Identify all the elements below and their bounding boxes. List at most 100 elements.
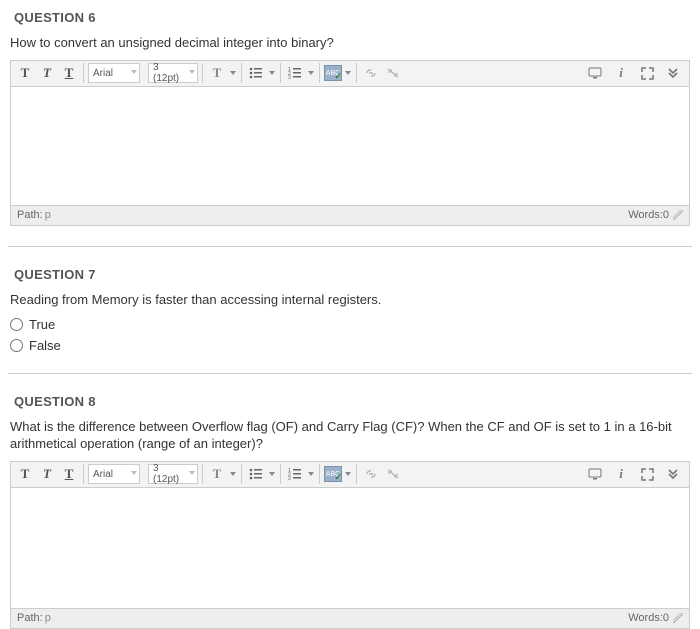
resize-grip[interactable] [673,613,683,623]
question-7: QUESTION 7 Reading from Memory is faster… [0,247,700,353]
fullscreen-button[interactable] [585,464,605,484]
editor-textarea[interactable] [11,87,689,205]
font-size-value: 3 (12pt) [153,463,183,485]
expand-icon [641,468,654,481]
separator [319,464,320,484]
info-button[interactable]: i [611,464,631,484]
numbered-list-icon: 123 [288,67,302,79]
numbered-list-icon: 123 [288,468,302,480]
words-label: Words: [628,209,663,221]
link-icon [364,67,378,79]
rich-text-editor: T T T Arial 3 (12pt) T 123 ABC [10,461,690,629]
font-family-select[interactable]: Arial [88,63,140,83]
path-value: p [45,612,51,624]
font-size-value: 3 (12pt) [153,62,183,84]
separator [356,63,357,83]
font-family-value: Arial [93,469,113,480]
separator [280,464,281,484]
spellcheck-button[interactable]: ABC [324,65,342,81]
numbered-list-button[interactable]: 123 [285,464,305,484]
resize-grip[interactable] [673,210,683,220]
separator [83,63,84,83]
question-6: QUESTION 6 How to convert an unsigned de… [0,0,700,226]
separator [356,464,357,484]
bullet-list-button[interactable] [246,464,266,484]
unlink-icon [386,67,400,79]
text-color-button[interactable]: T [207,63,227,83]
path-label: Path: [17,209,43,221]
question-8-title: QUESTION 8 [14,394,692,409]
rich-text-editor: T T T Arial 3 (12pt) T 123 ABC [10,60,690,226]
question-7-text: Reading from Memory is faster than acces… [10,292,692,309]
radio-true[interactable] [10,318,23,331]
bullet-list-dropdown[interactable] [268,71,276,75]
collapse-toolbar-button[interactable] [663,63,683,83]
text-color-dropdown[interactable] [229,71,237,75]
bullet-list-dropdown[interactable] [268,472,276,476]
font-size-select[interactable]: 3 (12pt) [148,464,198,484]
bullet-list-icon [249,468,263,480]
question-6-text: How to convert an unsigned decimal integ… [10,35,692,52]
words-label: Words: [628,612,663,624]
chevrons-down-icon [667,468,679,480]
svg-text:3: 3 [288,476,291,480]
fullscreen-button[interactable] [585,63,605,83]
spellcheck-dropdown[interactable] [344,472,352,476]
spellcheck-dropdown[interactable] [344,71,352,75]
editor-textarea[interactable] [11,488,689,608]
text-color-button[interactable]: T [207,464,227,484]
monitor-icon [588,468,602,480]
question-7-title: QUESTION 7 [14,267,692,282]
separator [319,63,320,83]
link-button[interactable] [361,464,381,484]
words-value: 0 [663,209,669,221]
separator [241,63,242,83]
numbered-list-button[interactable]: 123 [285,63,305,83]
underline-button[interactable]: T [59,464,79,484]
numbered-list-dropdown[interactable] [307,472,315,476]
question-8: QUESTION 8 What is the difference betwee… [0,374,700,629]
editor-toolbar: T T T Arial 3 (12pt) T 123 ABC [11,462,689,488]
expand-icon [641,67,654,80]
font-family-select[interactable]: Arial [88,464,140,484]
spellcheck-button[interactable]: ABC [324,466,342,482]
link-icon [364,468,378,480]
svg-text:3: 3 [288,75,291,79]
unlink-button[interactable] [383,63,403,83]
collapse-toolbar-button[interactable] [663,464,683,484]
italic-button[interactable]: T [37,63,57,83]
separator [241,464,242,484]
option-true-label: True [29,317,55,332]
numbered-list-dropdown[interactable] [307,71,315,75]
editor-statusbar: Path: p Words:0 [11,608,689,628]
text-color-dropdown[interactable] [229,472,237,476]
question-6-title: QUESTION 6 [14,10,692,25]
option-true-row: True [10,317,692,332]
radio-false[interactable] [10,339,23,352]
monitor-icon [588,67,602,79]
font-family-value: Arial [93,68,113,79]
unlink-icon [386,468,400,480]
option-false-label: False [29,338,61,353]
editor-toolbar: T T T Arial 3 (12pt) T 123 ABC [11,61,689,87]
editor-statusbar: Path: p Words:0 [11,205,689,225]
expand-button[interactable] [637,464,657,484]
question-8-text: What is the difference between Overflow … [10,419,692,453]
separator [83,464,84,484]
separator [202,63,203,83]
bullet-list-button[interactable] [246,63,266,83]
font-size-select[interactable]: 3 (12pt) [148,63,198,83]
expand-button[interactable] [637,63,657,83]
info-button[interactable]: i [611,63,631,83]
path-label: Path: [17,612,43,624]
link-button[interactable] [361,63,381,83]
words-value: 0 [663,612,669,624]
bold-button[interactable]: T [15,63,35,83]
option-false-row: False [10,338,692,353]
italic-button[interactable]: T [37,464,57,484]
underline-button[interactable]: T [59,63,79,83]
bold-button[interactable]: T [15,464,35,484]
separator [280,63,281,83]
chevrons-down-icon [667,67,679,79]
unlink-button[interactable] [383,464,403,484]
